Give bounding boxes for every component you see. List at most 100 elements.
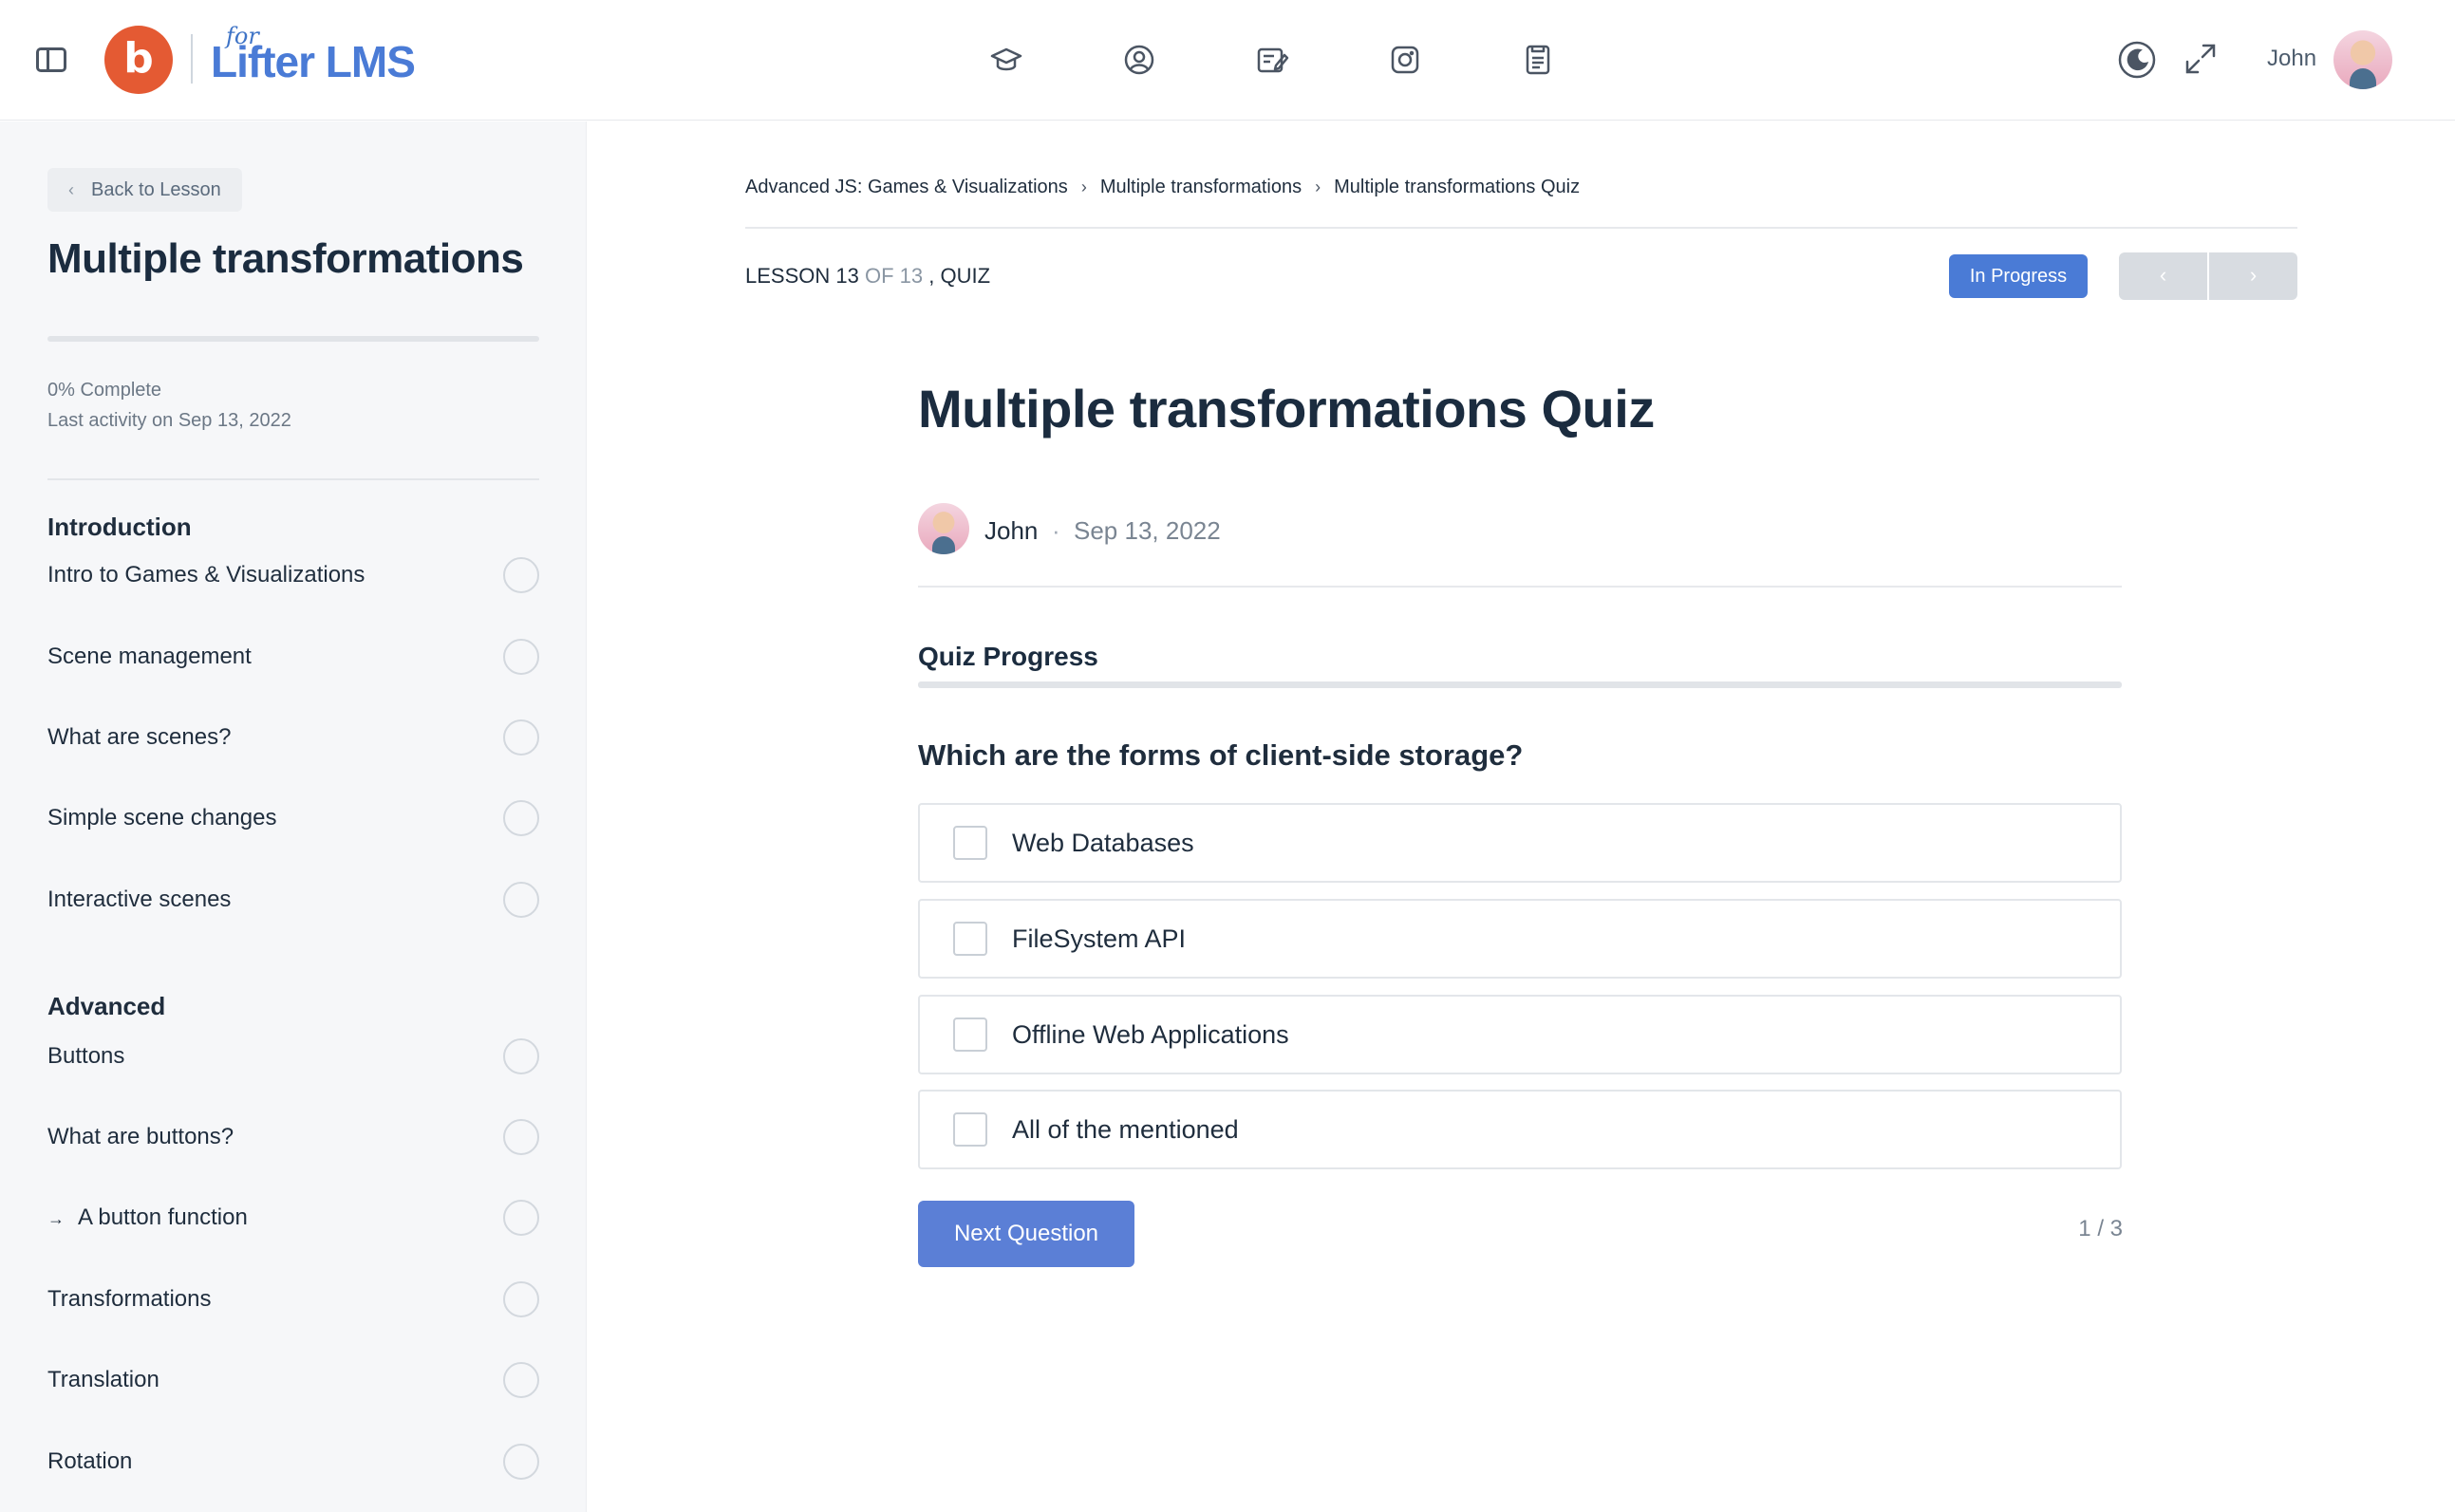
sidebar-lesson-item[interactable]: Interactive scenes bbox=[47, 881, 539, 919]
answer-label: Offline Web Applications bbox=[1012, 1019, 1289, 1049]
question-counter: 1 / 3 bbox=[2078, 1216, 2123, 1241]
breadcrumb-quiz: Multiple transformations Quiz bbox=[1334, 177, 1581, 197]
breadcrumb-chevron-icon: › bbox=[1315, 177, 1321, 196]
sidebar-lesson-item[interactable]: Intro to Games & Visualizations bbox=[47, 556, 539, 594]
notes-icon[interactable] bbox=[1253, 36, 1291, 84]
lesson-status-circle-icon bbox=[503, 800, 539, 836]
next-question-button[interactable]: Next Question bbox=[918, 1201, 1134, 1267]
sidebar-toggle-icon[interactable] bbox=[36, 47, 66, 72]
top-header: b for Lifter LMS John bbox=[0, 0, 2455, 121]
sidebar-lesson-item[interactable]: Rotation bbox=[47, 1443, 539, 1481]
sidebar-lesson-item[interactable]: Buttons bbox=[47, 1037, 539, 1075]
sidebar-divider bbox=[47, 478, 539, 480]
dark-mode-icon[interactable] bbox=[2117, 40, 2157, 80]
lesson-number: LESSON 13 bbox=[745, 264, 859, 288]
lesson-status-circle-icon bbox=[503, 882, 539, 918]
course-progress-bar bbox=[47, 336, 539, 342]
quiz-date: Sep 13, 2022 bbox=[1074, 516, 1221, 545]
answer-option[interactable]: All of the mentioned bbox=[918, 1090, 2122, 1169]
document-icon[interactable] bbox=[1519, 36, 1557, 84]
lesson-status-circle-icon bbox=[503, 639, 539, 675]
lesson-label: Interactive scenes bbox=[47, 887, 232, 912]
answer-label: FileSystem API bbox=[1012, 924, 1187, 953]
quiz-progress-label: Quiz Progress bbox=[918, 642, 1098, 671]
quiz-title: Multiple transformations Quiz bbox=[918, 379, 1655, 439]
lesson-label: Scene management bbox=[47, 644, 252, 669]
previous-lesson-button[interactable]: ‹ bbox=[2119, 252, 2207, 300]
lesson-label-text: A button function bbox=[78, 1204, 248, 1230]
author-name[interactable]: John bbox=[984, 516, 1038, 546]
meta-separator: · bbox=[1052, 516, 1060, 545]
lesson-total: OF 13 bbox=[864, 264, 924, 288]
lesson-label: Intro to Games & Visualizations bbox=[47, 562, 365, 588]
lesson-label: Translation bbox=[47, 1367, 159, 1392]
user-name[interactable]: John bbox=[2267, 46, 2316, 72]
status-badge: In Progress bbox=[1949, 254, 2088, 298]
breadcrumb: Advanced JS: Games & Visualizations › Mu… bbox=[745, 177, 1580, 198]
lesson-status-circle-icon bbox=[503, 1281, 539, 1317]
breadcrumb-lesson[interactable]: Multiple transformations bbox=[1100, 177, 1302, 198]
answer-checkbox[interactable] bbox=[953, 826, 987, 860]
back-to-lesson-button[interactable]: ‹ Back to Lesson bbox=[47, 168, 242, 212]
header-divider bbox=[745, 227, 2297, 229]
sidebar-lesson-item[interactable]: Simple scene changes bbox=[47, 799, 539, 837]
lesson-label: Rotation bbox=[47, 1448, 133, 1474]
answer-label: Web Databases bbox=[1012, 828, 1194, 857]
breadcrumb-chevron-icon: › bbox=[1080, 177, 1087, 196]
next-lesson-button[interactable]: › bbox=[2209, 252, 2297, 300]
chevron-left-icon: ‹ bbox=[68, 180, 74, 199]
quiz-progress-bar bbox=[918, 681, 2122, 688]
lesson-counter: LESSON 13 OF 13 , QUIZ bbox=[745, 264, 990, 289]
courses-icon[interactable] bbox=[987, 36, 1025, 84]
lifterlms-logo[interactable]: Lifter LMS bbox=[211, 36, 416, 87]
breadcrumb-course[interactable]: Advanced JS: Games & Visualizations bbox=[745, 177, 1068, 198]
answer-option[interactable]: FileSystem API bbox=[918, 899, 2122, 979]
buddyboss-logo[interactable]: b bbox=[104, 26, 173, 94]
lesson-status-circle-icon bbox=[503, 1362, 539, 1398]
sidebar-lesson-item[interactable]: What are buttons? bbox=[47, 1118, 539, 1156]
user-avatar[interactable] bbox=[2333, 30, 2392, 89]
section-title-advanced: Advanced bbox=[47, 992, 166, 1020]
sidebar-lesson-item[interactable]: Scene management bbox=[47, 638, 539, 676]
sidebar-lesson-item[interactable]: Translation bbox=[47, 1361, 539, 1399]
answer-option[interactable]: Web Databases bbox=[918, 803, 2122, 883]
last-activity: Last activity on Sep 13, 2022 bbox=[47, 410, 291, 431]
answer-option[interactable]: Offline Web Applications bbox=[918, 995, 2122, 1074]
answer-checkbox[interactable] bbox=[953, 1017, 987, 1052]
lesson-label: What are scenes? bbox=[47, 724, 232, 750]
lesson-type: , QUIZ bbox=[928, 264, 991, 288]
lesson-label: Buttons bbox=[47, 1043, 125, 1069]
logo-divider bbox=[191, 34, 193, 84]
sidebar-lesson-item-current[interactable]: → A button function bbox=[47, 1199, 539, 1237]
current-lesson-arrow-icon: → bbox=[47, 1209, 65, 1228]
question-text: Which are the forms of client-side stora… bbox=[918, 738, 1524, 772]
logo-brand-a: Lifter bbox=[211, 37, 315, 86]
fullscreen-icon[interactable] bbox=[2183, 42, 2218, 76]
complete-percent: 0% Complete bbox=[47, 380, 162, 401]
lesson-status-circle-icon bbox=[503, 1444, 539, 1480]
course-title: Multiple transformations bbox=[47, 235, 524, 282]
lesson-label: → A button function bbox=[47, 1204, 248, 1231]
lesson-label: Simple scene changes bbox=[47, 805, 277, 831]
camera-icon[interactable] bbox=[1386, 36, 1424, 84]
top-navigation bbox=[987, 36, 1557, 84]
lesson-status-circle-icon bbox=[503, 719, 539, 756]
lesson-status-circle-icon bbox=[503, 1200, 539, 1236]
logo-brand-b: LMS bbox=[325, 37, 416, 86]
answer-label: All of the mentioned bbox=[1012, 1114, 1239, 1144]
lesson-status-circle-icon bbox=[503, 557, 539, 593]
author-avatar[interactable] bbox=[918, 503, 969, 554]
sidebar-lesson-item[interactable]: What are scenes? bbox=[47, 719, 539, 756]
sidebar-lesson-item[interactable]: Transformations bbox=[47, 1280, 539, 1318]
lesson-label: What are buttons? bbox=[47, 1124, 234, 1149]
lesson-status-circle-icon bbox=[503, 1038, 539, 1074]
lesson-label: Transformations bbox=[47, 1286, 212, 1312]
profile-icon[interactable] bbox=[1120, 36, 1158, 84]
course-sidebar: ‹ Back to Lesson Multiple transformation… bbox=[0, 121, 587, 1512]
answer-checkbox[interactable] bbox=[953, 1112, 987, 1147]
lesson-status-circle-icon bbox=[503, 1119, 539, 1155]
quiz-divider bbox=[918, 586, 2122, 588]
section-title-introduction: Introduction bbox=[47, 513, 192, 541]
answer-checkbox[interactable] bbox=[953, 922, 987, 956]
back-to-lesson-label: Back to Lesson bbox=[91, 179, 221, 200]
